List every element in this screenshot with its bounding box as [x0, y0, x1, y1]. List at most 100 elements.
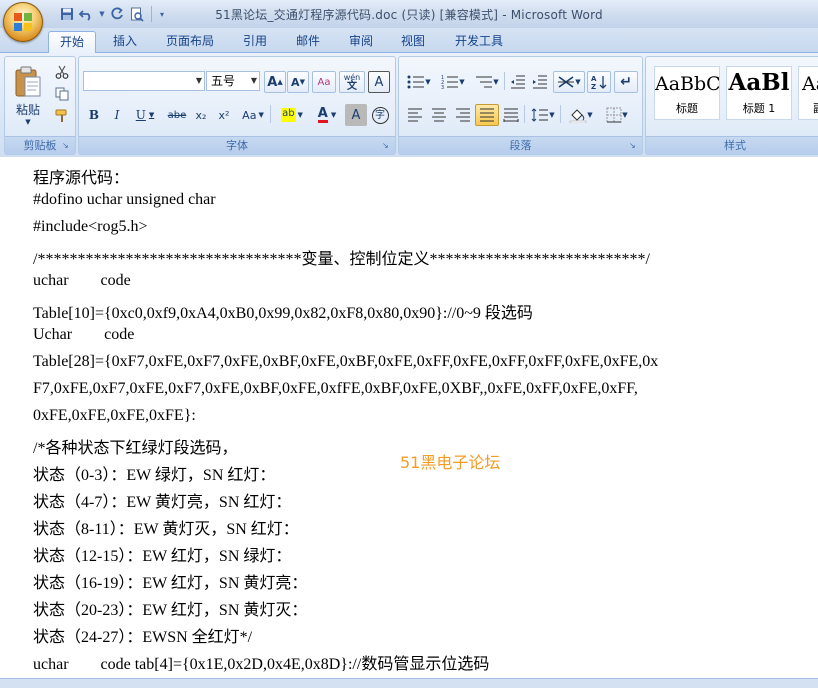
enclose-characters-icon: 字 [371, 106, 389, 124]
borders-button[interactable]: ▼ [600, 104, 634, 126]
doc-line: #dofino uchar unsigned char [33, 191, 216, 208]
distributed-button[interactable] [499, 104, 523, 126]
justify-button[interactable] [475, 104, 499, 126]
font-launcher-icon[interactable]: ↘ [382, 141, 392, 151]
window-title: 51黑论坛_交通灯程序源代码.doc (只读) [兼容模式] - Microso… [215, 8, 603, 22]
ribbon: 粘贴 ▼ 剪贴板 ↘ ▼ 五号 ▼ A ▲ A ▼ Aa wén 文 A B I… [0, 52, 818, 158]
align-center-button[interactable] [427, 104, 451, 126]
increase-indent-button[interactable] [529, 71, 551, 93]
underline-button[interactable]: U ▼ [130, 104, 160, 126]
styles-group-label: 样式 [646, 136, 818, 154]
ribbon-tabs: 开始 插入 页面布局 引用 邮件 审阅 视图 开发工具 [0, 28, 818, 53]
align-right-icon [456, 108, 470, 122]
asian-layout-button[interactable]: ▼ [553, 71, 585, 93]
office-logo-icon [14, 13, 32, 31]
font-name-dropdown-icon[interactable]: ▼ [196, 72, 202, 90]
format-painter-icon [55, 109, 67, 122]
shrink-font-icon: A [291, 75, 300, 89]
paste-label: 粘贴 [15, 102, 40, 117]
bullets-button[interactable]: ▼ [403, 71, 435, 93]
line-spacing-button[interactable]: ▼ [527, 104, 559, 126]
character-border-button[interactable]: A [368, 71, 390, 93]
style-sample: AaBl [728, 69, 790, 96]
highlight-button[interactable]: ab ▼ [275, 104, 309, 126]
paragraph-separator [504, 72, 505, 90]
doc-line: 程序源代码： [33, 170, 130, 187]
tab-review[interactable]: 审阅 [340, 31, 382, 52]
doc-line: Table[28]={0xF7,0xFE,0xF7,0xFE,0xBF,0xFE… [33, 353, 659, 370]
copy-button[interactable] [51, 83, 73, 105]
font-separator [270, 105, 271, 123]
multilevel-list-button[interactable]: ▼ [471, 71, 503, 93]
tab-developer[interactable]: 开发工具 [446, 31, 512, 52]
doc-line: 状态（12-15）：EW 红灯，SN 绿灯： [33, 548, 292, 565]
superscript-button[interactable]: x² [213, 104, 235, 126]
format-painter-button[interactable] [51, 105, 73, 127]
svg-text:3: 3 [441, 85, 444, 89]
sort-icon: AZ [591, 75, 607, 90]
subscript-icon: x₂ [195, 108, 207, 122]
justify-icon [480, 108, 494, 122]
tab-mailings[interactable]: 邮件 [287, 31, 329, 52]
tab-insert[interactable]: 插入 [104, 31, 146, 52]
doc-line: /*********************************变量、控制位… [33, 251, 650, 268]
font-color-button[interactable]: A ▼ [310, 104, 344, 126]
font-name-combo[interactable]: ▼ [83, 71, 205, 91]
tab-home[interactable]: 开始 [48, 31, 96, 53]
strikethrough-button[interactable]: abe [165, 104, 189, 126]
styles-group: AaBbC 标题 AaBl 标题 1 Aa 副 样式 [645, 56, 818, 155]
tab-references[interactable]: 引用 [234, 31, 276, 52]
office-button[interactable] [3, 2, 43, 42]
enclose-characters-button[interactable]: 字 [369, 104, 391, 126]
font-size-dropdown-icon[interactable]: ▼ [251, 72, 257, 90]
character-shading-icon: A [351, 107, 361, 123]
numbering-button[interactable]: 1 2 3 ▼ [437, 71, 469, 93]
doc-line: Table[10]={0xc0,0xf9,0xA4,0xB0,0x99,0x82… [33, 305, 533, 322]
style-card-subtitle[interactable]: Aa 副 [798, 66, 818, 120]
clipboard-launcher-icon[interactable]: ↘ [62, 141, 72, 151]
grow-font-button[interactable]: A ▲ [264, 71, 286, 93]
svg-text:A: A [591, 75, 597, 83]
sort-button[interactable]: AZ [587, 71, 611, 93]
paragraph-separator-2 [524, 105, 525, 123]
change-case-button[interactable]: Aa ▼ [237, 104, 269, 126]
document-page[interactable]: 程序源代码： #dofino uchar unsigned char #incl… [0, 157, 818, 678]
paragraph-launcher-icon[interactable]: ↘ [629, 141, 639, 151]
change-case-icon: Aa [242, 108, 257, 122]
subscript-button[interactable]: x₂ [190, 104, 212, 126]
grow-font-icon: A [267, 74, 278, 90]
tab-page-layout[interactable]: 页面布局 [157, 31, 223, 52]
style-sample: Aa [802, 73, 818, 95]
align-left-button[interactable] [403, 104, 427, 126]
superscript-icon: x² [218, 108, 230, 122]
cut-button[interactable] [51, 61, 73, 83]
font-size-combo[interactable]: 五号 ▼ [206, 71, 260, 91]
italic-button[interactable]: I [106, 104, 128, 126]
doc-line: 状态（20-23）：EW 红灯，SN 黄灯灭： [33, 602, 308, 619]
align-left-icon [408, 108, 422, 122]
doc-line: uchar code tab[4]={0x1E,0x2D,0x4E,0x8D}:… [33, 656, 490, 673]
paragraph-separator-3 [560, 105, 561, 123]
svg-text:Z: Z [591, 83, 596, 90]
paragraph-group: ▼ 1 2 3 ▼ ▼ ▼ AZ ↵ ▼ ▼ ▼ 段落 ↘ [398, 56, 643, 155]
doc-line: 状态（4-7）：EW 黄灯亮，SN 红灯： [33, 494, 292, 511]
increase-indent-icon [533, 75, 547, 89]
show-marks-button[interactable]: ↵ [614, 71, 638, 93]
bold-button[interactable]: B [83, 104, 105, 126]
doc-line: /*各种状态下红绿灯段选码， [33, 440, 238, 457]
shading-button[interactable]: ▼ [564, 104, 598, 126]
clear-format-button[interactable]: Aa [312, 71, 336, 93]
title-bar: ▼ ▾ 51黑论坛_交通灯程序源代码.doc (只读) [兼容模式] - Mic… [0, 0, 818, 28]
tab-view[interactable]: 视图 [392, 31, 434, 52]
style-card-title[interactable]: AaBbC 标题 [654, 66, 720, 120]
underline-icon: U [135, 108, 146, 122]
style-card-heading-1[interactable]: AaBl 标题 1 [726, 66, 792, 120]
doc-line: uchar code [33, 272, 131, 289]
character-shading-button[interactable]: A [345, 104, 367, 126]
paste-button[interactable]: 粘贴 ▼ [9, 61, 47, 129]
shrink-font-button[interactable]: A ▼ [287, 71, 309, 93]
decrease-indent-button[interactable] [507, 71, 529, 93]
doc-line: 状态（24-27）：EWSN 全红灯*/ [33, 629, 253, 646]
align-right-button[interactable] [451, 104, 475, 126]
phonetic-guide-button[interactable]: wén 文 [339, 71, 365, 93]
